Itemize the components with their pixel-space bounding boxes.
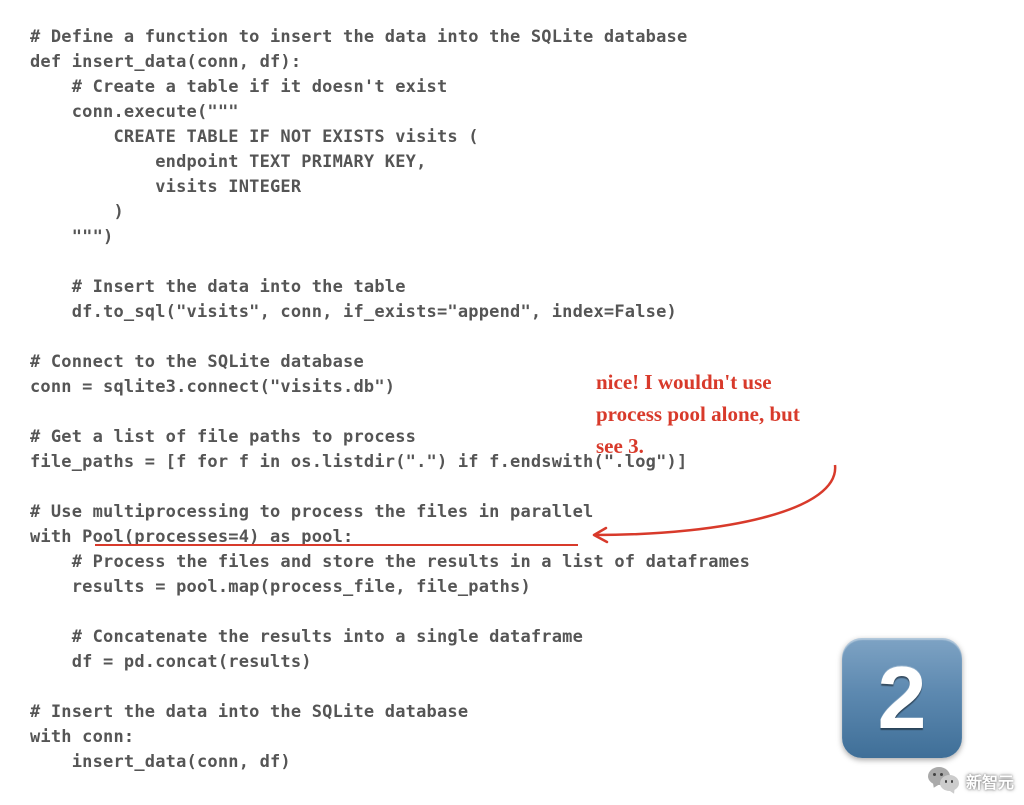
wechat-icon — [928, 765, 960, 797]
review-annotation: nice! I wouldn't use process pool alone,… — [596, 366, 856, 462]
annotation-underline — [95, 544, 578, 546]
annotation-line-2: process pool alone, but — [596, 398, 856, 430]
step-badge: 2 — [842, 638, 962, 758]
annotation-line-1: nice! I wouldn't use — [596, 366, 856, 398]
watermark: 新智元 — [928, 765, 1014, 797]
step-badge-number: 2 — [878, 647, 927, 749]
watermark-text: 新智元 — [966, 769, 1014, 793]
annotation-line-3: see 3. — [596, 430, 856, 462]
